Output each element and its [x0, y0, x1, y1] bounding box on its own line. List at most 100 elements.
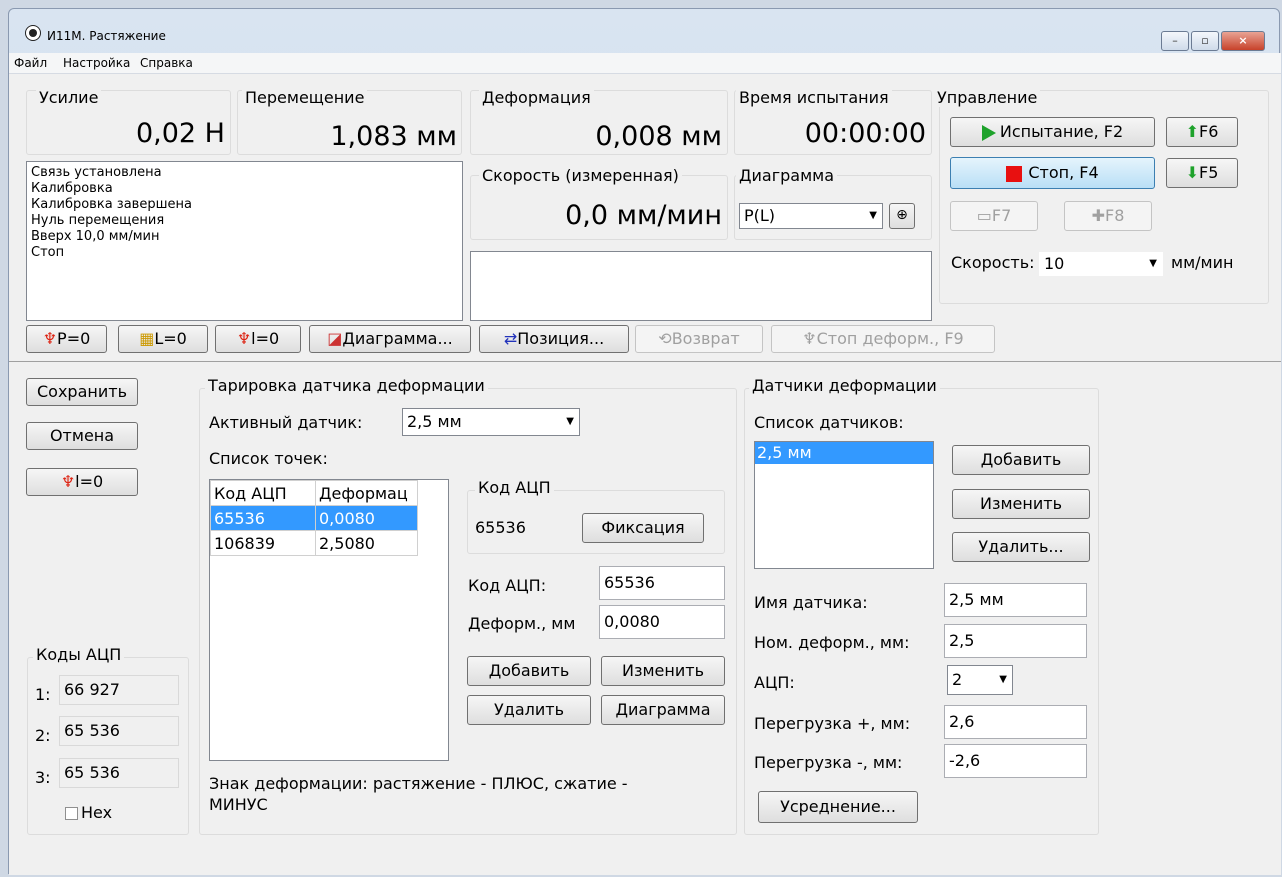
f5-label: F5 — [1199, 163, 1219, 182]
menu-settings[interactable]: Настройка — [63, 56, 130, 70]
table-cell: 2,5080 — [315, 530, 418, 556]
list-item[interactable]: 2,5 мм — [755, 442, 933, 464]
adc-codes-label: Коды АЦП — [33, 645, 125, 664]
table-cell: 65536 — [210, 505, 316, 531]
log-line: Калибровка — [31, 181, 113, 196]
fix-button[interactable]: Фиксация — [582, 513, 704, 543]
stop-deform-label: Стоп деформ., F9 — [816, 329, 964, 348]
arrow-up-icon: ⬆ — [1185, 122, 1199, 141]
sensor-adc-select[interactable]: 2 ▼ — [947, 665, 1013, 695]
nominal-deform-label: Ном. деформ., мм: — [754, 633, 910, 652]
save-button[interactable]: Сохранить — [26, 378, 138, 406]
l-zero-label: L=0 — [154, 329, 187, 348]
close-button[interactable]: × — [1221, 31, 1265, 51]
adc-row-label: 3: — [35, 768, 51, 787]
add-sensor-button[interactable]: Добавить — [952, 445, 1090, 475]
diagram-select[interactable]: P(L) ▼ — [739, 203, 883, 229]
i-zero-label: l=0 — [75, 472, 104, 491]
menu-bar: Файл Настройка Справка — [9, 53, 1281, 74]
app-icon — [25, 25, 41, 41]
return-label: Возврат — [671, 329, 740, 348]
plus-icon: ✚ — [1091, 206, 1105, 225]
table-cell: 106839 — [210, 530, 316, 556]
adc-row-value: 66 927 — [59, 675, 179, 705]
f6-up-button[interactable]: ⬆F6 — [1166, 117, 1238, 147]
diagram-label: Диаграмма — [736, 166, 838, 185]
diagram-selected: P(L) — [744, 206, 776, 225]
diagram-point-button[interactable]: Диаграмма — [601, 695, 725, 725]
l-zero-button[interactable]: ▦L=0 — [118, 325, 208, 353]
column-header[interactable]: Код АЦП — [210, 480, 316, 506]
edit-sensor-button[interactable]: Изменить — [952, 489, 1090, 519]
adc-field-label: Код АЦП: — [468, 576, 547, 595]
deformation-sign-note: Знак деформации: растяжение - ПЛЮС, сжат… — [209, 774, 628, 814]
divider — [9, 361, 1281, 362]
stop-icon — [1006, 165, 1023, 182]
checkbox-icon — [65, 807, 78, 820]
f8-label: F8 — [1105, 206, 1125, 225]
active-sensor-select[interactable]: 2,5 мм ▼ — [402, 408, 580, 436]
menu-file[interactable]: Файл — [14, 56, 47, 70]
chart-icon: ◪ — [327, 329, 343, 348]
f8-button[interactable]: ✚F8 — [1064, 201, 1152, 231]
log-line: Связь установлена — [31, 165, 162, 180]
f5-down-button[interactable]: ⬇F5 — [1166, 158, 1238, 188]
sensor-icon: ♆ — [60, 472, 76, 491]
overload-minus-field[interactable]: -2,6 — [944, 744, 1087, 778]
diagram-button[interactable]: ◪Диаграмма... — [309, 325, 471, 353]
minus-icon: ▭ — [976, 206, 992, 225]
maximize-button[interactable]: ▫ — [1191, 31, 1219, 51]
column-header[interactable]: Деформац — [315, 480, 418, 506]
p-zero-label: P=0 — [57, 329, 91, 348]
sensor-adc-value: 2 — [952, 670, 963, 689]
points-table[interactable]: Код АЦП Деформац 65536 0,0080 106839 2,5… — [209, 479, 449, 761]
f6-label: F6 — [1199, 122, 1219, 141]
hex-label: Hex — [81, 803, 113, 822]
cancel-button[interactable]: Отмена — [26, 422, 138, 450]
log-line: Нуль перемещения — [31, 213, 165, 228]
i-zero-button[interactable]: ♆l=0 — [215, 325, 301, 353]
table-row[interactable]: 65536 0,0080 — [210, 505, 418, 531]
log-line: Калибровка завершена — [31, 197, 192, 212]
active-sensor-label: Активный датчик: — [209, 413, 363, 432]
ruler-icon: ▦ — [139, 329, 155, 348]
table-row[interactable]: 106839 2,5080 — [210, 530, 418, 556]
hex-checkbox[interactable]: Hex — [65, 803, 112, 822]
stop-button[interactable]: Стоп, F4 — [950, 157, 1155, 189]
chevron-down-icon: ▼ — [999, 674, 1007, 685]
sensor-name-field[interactable]: 2,5 мм — [944, 583, 1087, 617]
deformation-value: 0,008 мм — [595, 121, 722, 152]
chevron-down-icon: ▼ — [566, 416, 574, 427]
minimize-button[interactable]: – — [1161, 31, 1189, 51]
target-icon: ⊕ — [896, 207, 908, 223]
overload-plus-field[interactable]: 2,6 — [944, 705, 1087, 739]
points-label: Список точек: — [209, 449, 328, 468]
add-point-button[interactable]: Добавить — [467, 656, 591, 686]
p-zero-button[interactable]: ♆P=0 — [26, 325, 107, 353]
table-cell: 0,0080 — [315, 505, 418, 531]
position-label: Позиция... — [517, 329, 605, 348]
event-log[interactable]: Связь установлена Калибровка Калибровка … — [26, 161, 463, 321]
overload-plus-label: Перегрузка +, мм: — [754, 714, 911, 733]
adc-row-value: 65 536 — [59, 758, 179, 788]
adc-field[interactable]: 65536 — [599, 566, 725, 600]
i-zero-button-2[interactable]: ♆l=0 — [26, 468, 138, 496]
sensor-list[interactable]: 2,5 мм — [754, 441, 934, 569]
nominal-deform-field[interactable]: 2,5 — [944, 624, 1087, 658]
start-test-button[interactable]: Испытание, F2 — [950, 117, 1155, 147]
edit-point-button[interactable]: Изменить — [601, 656, 725, 686]
delete-point-button[interactable]: Удалить — [467, 695, 591, 725]
f7-button[interactable]: ▭F7 — [950, 201, 1038, 231]
sensor-list-label: Список датчиков: — [754, 413, 904, 432]
return-button[interactable]: ⟲Возврат — [635, 325, 763, 353]
diagram-zoom-button[interactable]: ⊕ — [889, 203, 915, 229]
delete-sensor-button[interactable]: Удалить... — [952, 532, 1090, 562]
stop-deform-button[interactable]: ♆Стоп деформ., F9 — [771, 325, 995, 353]
play-icon — [981, 124, 996, 141]
speed-label: Скорость: — [951, 253, 1035, 272]
speed-select[interactable]: 10 ▼ — [1039, 252, 1163, 276]
deform-field[interactable]: 0,0080 — [599, 605, 725, 639]
menu-help[interactable]: Справка — [140, 56, 193, 70]
position-button[interactable]: ⇄Позиция... — [479, 325, 629, 353]
averaging-button[interactable]: Усреднение... — [758, 791, 918, 823]
